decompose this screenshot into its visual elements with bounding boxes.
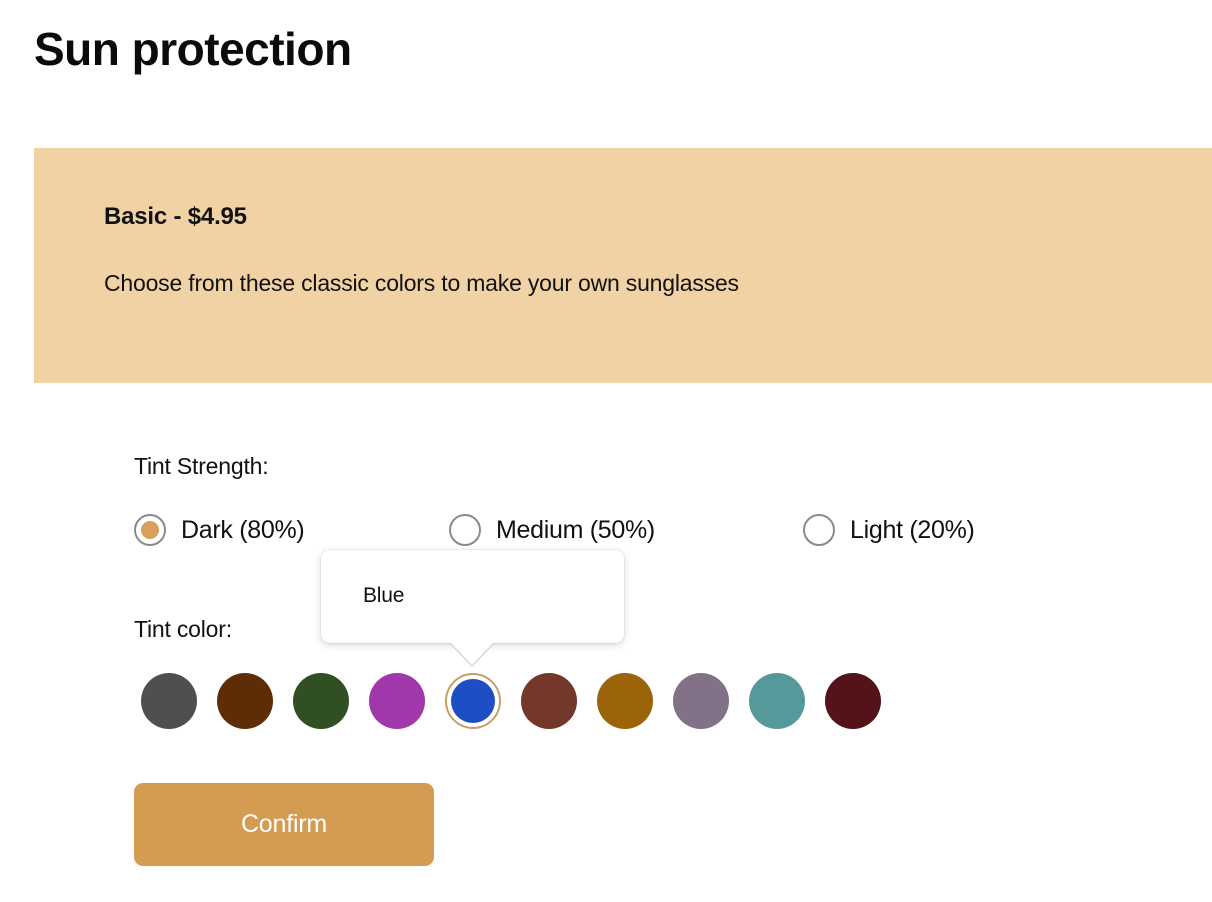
radio-dot-icon — [810, 521, 828, 539]
radio-dot-icon — [141, 521, 159, 539]
radio-label-light: Light (20%) — [850, 516, 975, 544]
swatch-fill — [749, 673, 805, 729]
swatch-fill — [141, 673, 197, 729]
radio-dot-icon — [456, 521, 474, 539]
swatch-fill — [673, 673, 729, 729]
options-form: Tint Strength: Dark (80%) Medium (50%) L… — [0, 0, 1212, 902]
radio-option-light[interactable]: Light (20%) — [803, 510, 975, 550]
color-swatch-dark-green[interactable] — [293, 673, 349, 729]
color-swatch-dark-brown[interactable] — [217, 673, 273, 729]
radio-label-medium: Medium (50%) — [496, 516, 655, 544]
plan-name-and-price: Basic - $4.95 — [104, 203, 247, 230]
swatch-fill — [369, 673, 425, 729]
radio-mark-light[interactable] — [803, 514, 835, 546]
plan-description: Choose from these classic colors to make… — [104, 270, 739, 296]
tint-color-swatch-row — [141, 673, 881, 729]
color-swatch-blue[interactable] — [445, 673, 501, 729]
color-swatch-dark-gray[interactable] — [141, 673, 197, 729]
swatch-fill — [597, 673, 653, 729]
plan-banner: Basic - $4.95 Choose from these classic … — [34, 148, 1212, 383]
color-swatch-teal[interactable] — [749, 673, 805, 729]
radio-mark-medium[interactable] — [449, 514, 481, 546]
swatch-fill — [825, 673, 881, 729]
tint-color-label: Tint color: — [134, 616, 232, 642]
radio-label-dark: Dark (80%) — [181, 516, 305, 544]
color-tooltip: Blue — [321, 550, 624, 667]
radio-option-medium[interactable]: Medium (50%) — [449, 510, 655, 550]
color-swatch-mauve[interactable] — [673, 673, 729, 729]
swatch-fill — [451, 679, 495, 723]
color-swatch-dark-goldenrod[interactable] — [597, 673, 653, 729]
swatch-fill — [521, 673, 577, 729]
radio-option-dark[interactable]: Dark (80%) — [134, 510, 305, 550]
tint-strength-label: Tint Strength: — [134, 453, 269, 479]
color-swatch-purple[interactable] — [369, 673, 425, 729]
swatch-fill — [217, 673, 273, 729]
radio-mark-dark[interactable] — [134, 514, 166, 546]
confirm-button[interactable]: Confirm — [134, 783, 434, 866]
tooltip-pointer-icon — [449, 640, 495, 668]
color-swatch-sienna[interactable] — [521, 673, 577, 729]
tooltip-label: Blue — [363, 584, 405, 607]
color-swatch-dark-maroon[interactable] — [825, 673, 881, 729]
swatch-fill — [293, 673, 349, 729]
page-title: Sun protection — [34, 23, 352, 75]
